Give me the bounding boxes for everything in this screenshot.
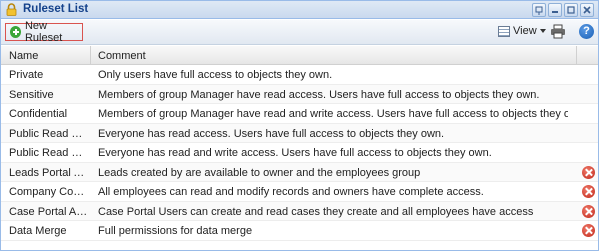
ruleset-comment-cell: Only users have full access to objects t… [98, 69, 333, 81]
column-header-comment[interactable]: Comment [98, 50, 146, 62]
ruleset-comment-cell: All employees can read and modify record… [98, 186, 484, 198]
table-row[interactable]: Confidential Members of group Manager hav… [1, 104, 598, 124]
window-tools [532, 3, 594, 17]
table-row[interactable]: Company Confid... All employees can read … [1, 182, 598, 202]
window-titlebar: Ruleset List [1, 1, 598, 19]
ruleset-comment-cell: Everyone has read access. Users have ful… [98, 127, 445, 140]
add-circle-icon [10, 26, 21, 38]
ruleset-name-cell: Confidential [9, 108, 68, 120]
ruleset-comment-cell: Everyone has read and write access. User… [98, 147, 492, 159]
chevron-down-icon [539, 29, 546, 33]
table-row[interactable]: Public Read Only Everyone has read access… [1, 123, 598, 143]
printer-icon[interactable] [550, 24, 566, 39]
ruleset-name-cell: Private [9, 69, 44, 81]
view-label: View [513, 25, 537, 37]
ruleset-name-cell: Sensitive [9, 88, 54, 101]
delete-icon[interactable] [582, 224, 595, 237]
close-icon[interactable] [580, 3, 594, 17]
toolbar: New Ruleset View ? [1, 20, 598, 45]
delete-icon[interactable] [582, 185, 595, 198]
delete-icon[interactable] [582, 165, 595, 179]
ruleset-comment-cell: Case Portal Users can create and read ca… [98, 205, 534, 218]
ruleset-comment-cell: Full permissions for data merge [98, 225, 253, 237]
column-header-name[interactable]: Name [9, 50, 38, 62]
grid-header: Name Comment [1, 46, 598, 65]
ruleset-table-body: Private Only users have full access to ob… [1, 65, 598, 241]
table-row[interactable]: Leads Portal Acc... Leads created by are … [1, 162, 598, 182]
ruleset-name-cell: Data Merge [9, 225, 67, 237]
table-row[interactable]: Private Only users have full access to ob… [1, 65, 598, 85]
ruleset-name-cell: Public Read Only [9, 127, 89, 140]
new-ruleset-label: New Ruleset [24, 20, 63, 44]
grid-view-icon [498, 25, 510, 37]
ruleset-name-cell: Public Read Write [9, 147, 89, 159]
table-row[interactable]: Public Read Write Everyone has read and w… [1, 143, 598, 163]
table-row[interactable]: Case Portal Acc... Case Portal Users can … [1, 201, 598, 221]
help-icon[interactable]: ? [579, 24, 594, 39]
column-divider [90, 46, 91, 64]
ruleset-name-cell: Case Portal Acc... [9, 205, 89, 218]
table-row[interactable]: Sensitive Members of group Manager have r… [1, 84, 598, 104]
ruleset-name-cell: Company Confid... [9, 186, 89, 198]
pin-icon[interactable] [532, 3, 546, 17]
window-title: Ruleset List [23, 3, 89, 15]
ruleset-name-cell: Leads Portal Acc... [9, 166, 89, 179]
ruleset-comment-cell: Members of group Manager have read and w… [98, 108, 568, 120]
maximize-icon[interactable] [564, 3, 578, 17]
ruleset-comment-cell: Members of group Manager have read acces… [98, 88, 540, 101]
ruleset-comment-cell: Leads created by are available to owner … [98, 166, 421, 179]
view-menu-button[interactable]: View [498, 25, 546, 37]
lock-icon [6, 3, 17, 16]
minimize-icon[interactable] [548, 3, 562, 17]
column-divider [576, 46, 577, 64]
delete-icon[interactable] [582, 204, 595, 218]
table-row[interactable]: Data Merge Full permissions for data merg… [1, 221, 598, 241]
ruleset-list-window: Ruleset List New Ruleset View ? Name Com… [0, 0, 599, 251]
new-ruleset-button[interactable]: New Ruleset [5, 20, 83, 44]
